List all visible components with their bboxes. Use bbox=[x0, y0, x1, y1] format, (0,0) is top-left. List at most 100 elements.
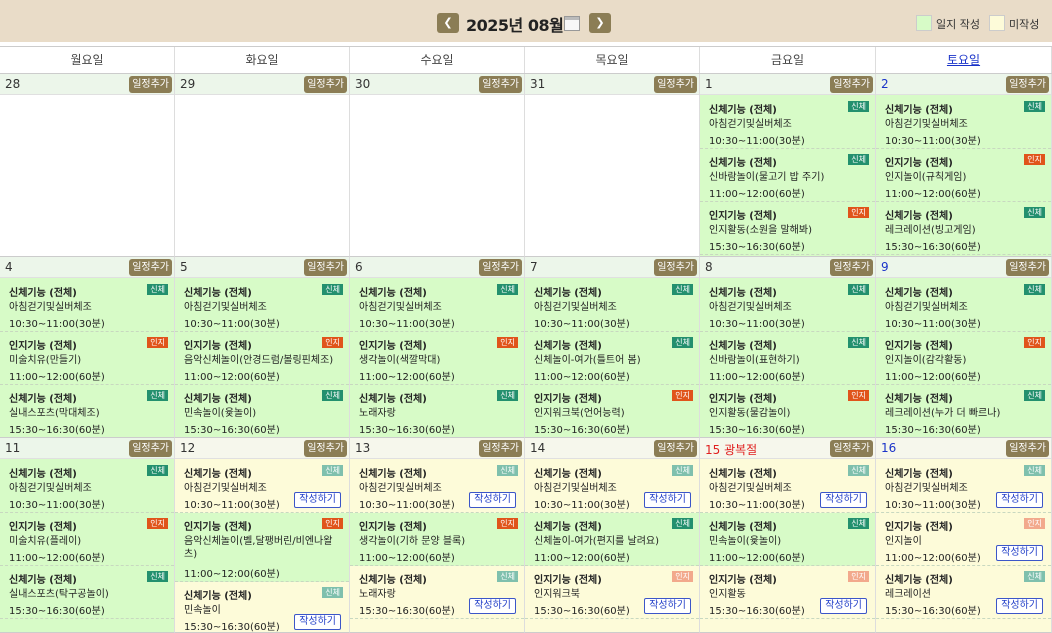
write-log-button[interactable]: 작성하기 bbox=[996, 492, 1043, 508]
add-schedule-button[interactable]: 일정추가 bbox=[129, 259, 172, 276]
schedule-item[interactable]: 신체기능 (전체) 민속놀이 15:30~16:30(60분) 신체 작성하기 bbox=[175, 582, 349, 632]
schedule-item[interactable]: 인지기능 (전체) 인지워크북(언어능력) 15:30~16:30(60분) 인지 bbox=[525, 385, 699, 437]
add-schedule-button[interactable]: 일정추가 bbox=[129, 440, 172, 457]
schedule-item[interactable]: 신체기능 (전체) 민속놀이(윷놀이) 15:30~16:30(60분) 신체 bbox=[175, 385, 349, 437]
schedule-time: 11:00~12:00(60분) bbox=[885, 189, 981, 200]
schedule-name: 실내스포츠(막대체조) bbox=[9, 408, 100, 419]
write-log-button[interactable]: 작성하기 bbox=[820, 492, 867, 508]
day-cell-header: 2 일정추가 bbox=[876, 74, 1051, 95]
day-cell: 14 일정추가 신체기능 (전체) 아침걷기및실버체조 10:30~11:00(30분)… bbox=[525, 438, 700, 633]
add-schedule-button[interactable]: 일정추가 bbox=[654, 259, 697, 276]
day-cell-header: 4 일정추가 bbox=[0, 257, 174, 278]
schedule-item[interactable]: 신체기능 (전체) 레크레이션 15:30~16:30(60분) 신체 작성하기 bbox=[876, 566, 1051, 619]
write-log-button[interactable]: 작성하기 bbox=[996, 545, 1043, 561]
physical-badge: 신체 bbox=[1024, 465, 1045, 476]
schedule-name: 미술치유(만들기) bbox=[9, 355, 82, 366]
write-log-button[interactable]: 작성하기 bbox=[644, 492, 691, 508]
legend-label: 일지 작성 bbox=[936, 18, 980, 31]
schedule-item[interactable]: 신체기능 (전체) 아침걷기및실버체조 10:30~11:00(30분) 신체 작성하기 bbox=[350, 460, 524, 513]
schedule-item[interactable]: 신체기능 (전체) 노래자랑 15:30~16:30(60분) 신체 작성하기 bbox=[350, 566, 524, 619]
write-log-button[interactable]: 작성하기 bbox=[644, 598, 691, 614]
schedule-item[interactable]: 신체기능 (전체) 아침걷기및실버체조 10:30~11:00(30분) 신체 bbox=[700, 96, 875, 149]
day-number: 2 bbox=[881, 77, 889, 91]
schedule-item[interactable]: 인지기능 (전체) 음악신체놀이(안경드럼/볼링핀체조) 11:00~12:00(6… bbox=[175, 332, 349, 385]
schedule-item[interactable]: 인지기능 (전체) 인지놀이 11:00~12:00(60분) 인지 작성하기 bbox=[876, 513, 1051, 566]
add-schedule-button[interactable]: 일정추가 bbox=[479, 76, 522, 93]
write-log-button[interactable]: 작성하기 bbox=[469, 598, 516, 614]
schedule-item[interactable]: 신체기능 (전체) 아침걷기및실버체조 10:30~11:00(30분) 신체 bbox=[350, 279, 524, 332]
schedule-time: 11:00~12:00(60분) bbox=[709, 372, 805, 383]
schedule-item[interactable]: 신체기능 (전체) 아침걷기및실버체조 10:30~11:00(30분) 신체 작성하기 bbox=[525, 460, 699, 513]
write-log-button[interactable]: 작성하기 bbox=[294, 492, 341, 508]
schedule-item[interactable]: 신체기능 (전체) 아침걷기및실버체조 10:30~11:00(30분) 신체 작성하기 bbox=[175, 460, 349, 513]
schedule-item[interactable]: 신체기능 (전체) 신체놀이-여가(틀트어 봄) 11:00~12:00(60분) 신… bbox=[525, 332, 699, 385]
schedule-item[interactable]: 신체기능 (전체) 민속놀이(윷놀이) 11:00~12:00(60분) 신체 bbox=[700, 513, 875, 566]
schedule-item[interactable]: 신체기능 (전체) 아침걷기및실버체조 10:30~11:00(30분) 신체 bbox=[175, 279, 349, 332]
day-cell: 12 일정추가 신체기능 (전체) 아침걷기및실버체조 10:30~11:00(30분)… bbox=[175, 438, 350, 633]
add-schedule-button[interactable]: 일정추가 bbox=[654, 76, 697, 93]
schedule-item[interactable]: 인지기능 (전체) 음악신체놀이(벨,달팽버린/비엔나왈츠) 11:00~12:00… bbox=[175, 513, 349, 582]
add-schedule-button[interactable]: 일정추가 bbox=[129, 76, 172, 93]
schedule-item[interactable]: 신체기능 (전체) 신바람놀이(물고기 밥 주기) 11:00~12:00(60분)… bbox=[700, 149, 875, 202]
schedule-name: 음악신체놀이(벨,달팽버린/비엔나왈츠) bbox=[184, 536, 333, 560]
schedule-item[interactable]: 신체기능 (전체) 신체놀이-여가(편지를 날려요) 11:00~12:00(60분… bbox=[525, 513, 699, 566]
calendar-icon[interactable] bbox=[564, 16, 580, 31]
weekday-5[interactable]: 토요일 bbox=[876, 47, 1052, 73]
add-schedule-button[interactable]: 일정추가 bbox=[304, 259, 347, 276]
schedule-item[interactable]: 신체기능 (전체) 레크레이션(누가 더 빠르나) 15:30~16:30(60분)… bbox=[876, 385, 1051, 437]
cognitive-badge: 인지 bbox=[1024, 154, 1045, 165]
schedule-item[interactable]: 신체기능 (전체) 레크레이션(빙고게임) 15:30~16:30(60분) 신체 bbox=[876, 202, 1051, 255]
schedule-item[interactable]: 신체기능 (전체) 아침걷기및실버체조 10:30~11:00(30분) 신체 bbox=[876, 96, 1051, 149]
schedule-item[interactable]: 신체기능 (전체) 아침걷기및실버체조 10:30~11:00(30분) 신체 작성하기 bbox=[700, 460, 875, 513]
day-cell: 15 광복절 일정추가 신체기능 (전체) 아침걷기및실버체조 10:30~11:00(… bbox=[700, 438, 876, 633]
add-schedule-button[interactable]: 일정추가 bbox=[304, 76, 347, 93]
write-log-button[interactable]: 작성하기 bbox=[996, 598, 1043, 614]
schedule-item[interactable]: 신체기능 (전체) 실내스포츠(막대체조) 15:30~16:30(60분) 신체 bbox=[0, 385, 174, 437]
schedule-time: 15:30~16:30(60분) bbox=[9, 425, 105, 436]
day-cell-header: 13 일정추가 bbox=[350, 438, 524, 459]
schedule-item[interactable]: 인지기능 (전체) 미술치유(플레이) 11:00~12:00(60분) 인지 bbox=[0, 513, 174, 566]
add-schedule-button[interactable]: 일정추가 bbox=[1006, 76, 1049, 93]
schedule-name: 인지놀이(감각활동) bbox=[885, 355, 967, 366]
physical-badge: 신체 bbox=[1024, 284, 1045, 295]
schedule-item[interactable]: 인지기능 (전체) 생각놀이(색깔막대) 11:00~12:00(60분) 인지 bbox=[350, 332, 524, 385]
add-schedule-button[interactable]: 일정추가 bbox=[479, 440, 522, 457]
add-schedule-button[interactable]: 일정추가 bbox=[1006, 440, 1049, 457]
day-cell-header: 28 일정추가 bbox=[0, 74, 174, 95]
schedule-item[interactable]: 인지기능 (전체) 인지활동(소원을 말해봐) 15:30~16:30(60분) 인지 bbox=[700, 202, 875, 255]
schedule-item[interactable]: 인지기능 (전체) 생각놀이(기하 문양 블록) 11:00~12:00(60분) 인… bbox=[350, 513, 524, 566]
schedule-item[interactable]: 인지기능 (전체) 인지놀이(감각활동) 11:00~12:00(60분) 인지 bbox=[876, 332, 1051, 385]
schedule-item[interactable]: 신체기능 (전체) 노래자랑 15:30~16:30(60분) 신체 bbox=[350, 385, 524, 437]
schedule-item[interactable]: 인지기능 (전체) 인지활동 15:30~16:30(60분) 인지 작성하기 bbox=[700, 566, 875, 619]
add-schedule-button[interactable]: 일정추가 bbox=[1006, 259, 1049, 276]
schedule-item[interactable]: 신체기능 (전체) 실내스포츠(탁구공놀이) 15:30~16:30(60분) 신체 bbox=[0, 566, 174, 619]
schedule-item[interactable]: 인지기능 (전체) 미술치유(만들기) 11:00~12:00(60분) 인지 bbox=[0, 332, 174, 385]
add-schedule-button[interactable]: 일정추가 bbox=[830, 76, 873, 93]
schedule-item[interactable]: 신체기능 (전체) 아침걷기및실버체조 10:30~11:00(30분) 신체 bbox=[525, 279, 699, 332]
schedule-item[interactable]: 신체기능 (전체) 아침걷기및실버체조 10:30~11:00(30분) 신체 bbox=[700, 279, 875, 332]
schedule-time: 10:30~11:00(30분) bbox=[359, 319, 455, 330]
write-log-button[interactable]: 작성하기 bbox=[820, 598, 867, 614]
next-month-button[interactable]: ❯ bbox=[589, 13, 611, 33]
schedule-time: 10:30~11:00(30분) bbox=[184, 319, 280, 330]
schedule-time: 10:30~11:00(30분) bbox=[885, 319, 981, 330]
schedule-item[interactable]: 신체기능 (전체) 아침걷기및실버체조 10:30~11:00(30분) 신체 bbox=[0, 279, 174, 332]
add-schedule-button[interactable]: 일정추가 bbox=[479, 259, 522, 276]
legend-swatch-unwritten bbox=[989, 15, 1005, 31]
schedule-item[interactable]: 신체기능 (전체) 아침걷기및실버체조 10:30~11:00(30분) 신체 bbox=[876, 279, 1051, 332]
schedule-item[interactable]: 신체기능 (전체) 아침걷기및실버체조 10:30~11:00(30분) 신체 bbox=[0, 460, 174, 513]
add-schedule-button[interactable]: 일정추가 bbox=[830, 440, 873, 457]
add-schedule-button[interactable]: 일정추가 bbox=[654, 440, 697, 457]
write-log-button[interactable]: 작성하기 bbox=[469, 492, 516, 508]
schedule-item[interactable]: 인지기능 (전체) 인지활동(물감놀이) 15:30~16:30(60분) 인지 bbox=[700, 385, 875, 437]
prev-month-button[interactable]: ❮ bbox=[437, 13, 459, 33]
schedule-time: 10:30~11:00(30분) bbox=[9, 319, 105, 330]
schedule-item[interactable]: 인지기능 (전체) 인지워크북 15:30~16:30(60분) 인지 작성하기 bbox=[525, 566, 699, 619]
add-schedule-button[interactable]: 일정추가 bbox=[304, 440, 347, 457]
add-schedule-button[interactable]: 일정추가 bbox=[830, 259, 873, 276]
schedule-item[interactable]: 인지기능 (전체) 인지놀이(규칙게임) 11:00~12:00(60분) 인지 bbox=[876, 149, 1051, 202]
write-log-button[interactable]: 작성하기 bbox=[294, 614, 341, 630]
schedule-item[interactable]: 신체기능 (전체) 아침걷기및실버체조 10:30~11:00(30분) 신체 작성하기 bbox=[876, 460, 1051, 513]
schedule-time: 11:00~12:00(60분) bbox=[534, 372, 630, 383]
schedule-item[interactable]: 신체기능 (전체) 신바람놀이(표현하기) 11:00~12:00(60분) 신체 bbox=[700, 332, 875, 385]
